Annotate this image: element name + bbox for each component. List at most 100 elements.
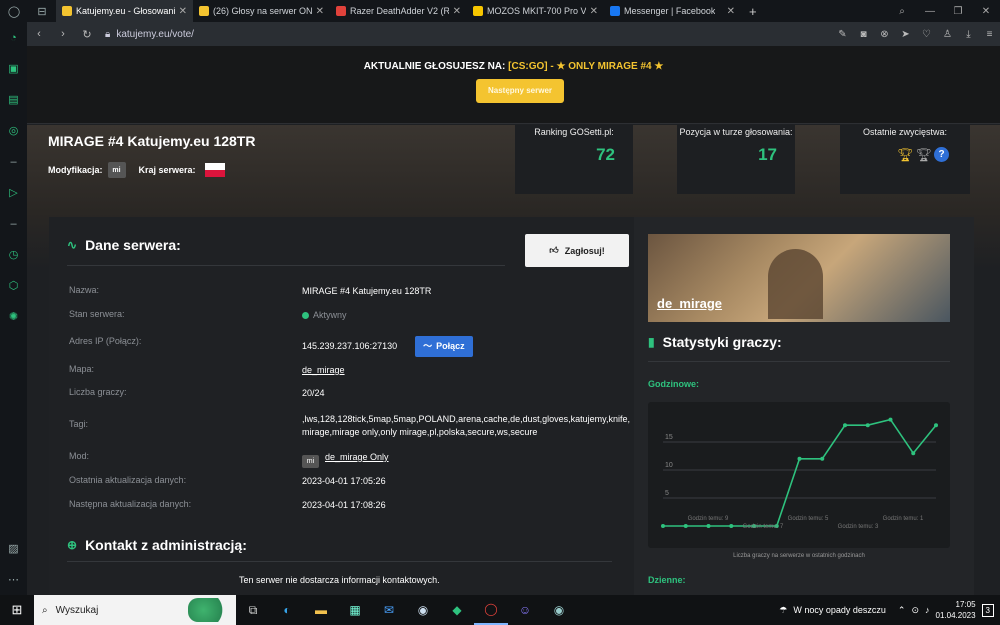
gold-trophy-icon: 🏆︎ <box>897 147 914 162</box>
file-explorer-icon[interactable]: ▬ <box>304 595 338 625</box>
data-point[interactable] <box>706 524 711 528</box>
next-server-button[interactable]: Następny serwer <box>476 79 564 103</box>
data-point[interactable] <box>820 456 825 461</box>
notifications-icon[interactable]: 3 <box>981 603 994 617</box>
restore-icon[interactable]: ❐ <box>944 6 972 17</box>
map-key: Mapa: <box>69 364 95 374</box>
task-view-icon[interactable]: ⧉ <box>236 595 270 625</box>
data-point[interactable] <box>911 451 916 456</box>
speed-dial-icon[interactable]: ◔ <box>0 22 27 53</box>
search-placeholder: Wyszukaj <box>55 604 99 616</box>
twitch-icon[interactable]: ▤ <box>0 84 27 115</box>
tags-key: Tagi: <box>69 419 89 429</box>
mod-link[interactable]: de_mirage Only <box>325 452 389 462</box>
mail-icon[interactable]: ✉ <box>372 595 406 625</box>
browser-tab[interactable]: Messenger | Facebook ✕ <box>604 0 741 22</box>
image-icon[interactable]: ▨ <box>0 533 27 564</box>
data-point[interactable] <box>683 524 688 528</box>
shopping-bag-icon[interactable]: ▣ <box>0 53 27 84</box>
map-card-name[interactable]: de_mirage <box>657 296 722 311</box>
mod-badge: mi <box>107 162 126 178</box>
workspaces-icon[interactable]: ⊟ <box>28 0 56 22</box>
data-point[interactable] <box>934 423 938 428</box>
extensions-cube-icon[interactable]: ⬡ <box>0 270 27 301</box>
taskbar-search[interactable]: ⌕ Wyszukaj <box>34 595 236 625</box>
browser-tab[interactable]: Katujemy.eu - Głosowanie ✕ <box>56 0 193 22</box>
data-point[interactable] <box>888 417 893 422</box>
contact-heading: ⊕ Kontakt z administracją: <box>67 537 247 553</box>
connect-button[interactable]: 〜 Połącz <box>415 336 473 357</box>
status-key: Stan serwera: <box>69 309 125 319</box>
tray-chevron-icon[interactable]: ⌃ <box>898 605 906 616</box>
edge-icon[interactable]: ◐ <box>270 595 304 625</box>
web-page: AKTUALNIE GŁOSUJESZ NA: [CS:GO] - ★ ONLY… <box>27 46 1000 595</box>
vote-button[interactable]: 👍︎ Zagłosuj! <box>525 234 629 267</box>
y-tick-label: 15 <box>665 434 673 441</box>
data-point[interactable] <box>843 423 847 428</box>
browser-sidebar: ◔ ▣ ▤ ◎ – ▷ – ◷ ⬡ ✺ ▨ ⋯ <box>0 22 27 595</box>
clock-date: 01.04.2023 <box>935 611 976 620</box>
browser-tab[interactable]: (26) Głosy na serwer ONLY ✕ <box>193 0 330 22</box>
discord-icon[interactable]: ☺ <box>508 595 542 625</box>
instagram-icon[interactable]: ◎ <box>0 115 27 146</box>
wins-label: Ostatnie zwycięstwa: <box>862 127 948 137</box>
opera-logo-icon[interactable]: ◯ <box>0 0 28 22</box>
search-tabs-icon[interactable]: ⌕ <box>888 6 916 17</box>
steam-icon-2[interactable]: ◉ <box>542 595 576 625</box>
tab-close-icon[interactable]: ✕ <box>727 6 735 17</box>
volume-icon[interactable]: ♪ <box>925 605 930 615</box>
tab-close-icon[interactable]: ✕ <box>316 6 324 17</box>
edit-icon[interactable]: ✎ <box>832 29 853 40</box>
send-icon[interactable]: ➤ <box>895 29 916 40</box>
data-point[interactable] <box>729 524 734 528</box>
heart-icon[interactable]: ♡ <box>916 29 937 40</box>
weather-text[interactable]: W nocy opady deszczu <box>793 605 886 615</box>
menu-icon[interactable]: ≡ <box>979 29 1000 40</box>
player-icon[interactable]: ▷ <box>0 177 27 208</box>
last-update-value: 2023-04-01 17:05:26 <box>302 476 386 486</box>
back-icon[interactable]: ‹ <box>27 28 51 40</box>
weather-icon[interactable]: ☂ <box>779 605 787 616</box>
players-value: 20/24 <box>302 388 325 398</box>
url-field[interactable]: katujemy.eu/vote/ <box>116 29 194 40</box>
reload-icon[interactable]: ↻ <box>75 28 99 41</box>
chart-caption: Liczba graczy na serwerze w ostatnich go… <box>733 553 865 559</box>
download-icon[interactable]: ⤓ <box>958 29 979 40</box>
data-point[interactable] <box>797 456 802 461</box>
opera-gx-icon[interactable]: ◯ <box>474 595 508 625</box>
minimize-icon[interactable]: — <box>916 6 944 17</box>
history-icon[interactable]: ◷ <box>0 239 27 270</box>
network-icon[interactable]: ⊙ <box>911 605 919 616</box>
forward-icon[interactable]: › <box>51 28 75 40</box>
steam-icon[interactable]: ◉ <box>406 595 440 625</box>
help-icon[interactable]: ? <box>934 147 950 162</box>
hourly-label: Godzinowe: <box>648 379 699 389</box>
mod-key: Mod: <box>69 451 90 461</box>
data-point[interactable] <box>865 423 870 428</box>
vote-banner: AKTUALNIE GŁOSUJESZ NA: [CS:GO] - ★ ONLY… <box>27 46 1000 124</box>
adblock-icon[interactable]: ⊗ <box>874 29 895 40</box>
search-highlight-image <box>188 598 232 622</box>
tab-close-icon[interactable]: ✕ <box>590 6 598 17</box>
server-title: MIRAGE #4 Katujemy.eu 128TR <box>48 133 256 149</box>
settings-gear-icon[interactable]: ✺ <box>0 301 27 332</box>
more-icon[interactable]: ⋯ <box>0 564 27 595</box>
browser-tab[interactable]: Razer DeathAdder V2 (RZ0 ✕ <box>330 0 467 22</box>
new-tab-button[interactable]: + <box>741 4 765 19</box>
divider-2: – <box>10 217 17 230</box>
map-link[interactable]: de_mirage <box>302 364 632 377</box>
map-image[interactable]: de_mirage <box>648 234 950 322</box>
close-window-icon[interactable]: ✕ <box>972 6 1000 17</box>
players-key: Liczba graczy: <box>69 387 127 397</box>
clock[interactable]: 17:05 01.04.2023 <box>936 599 976 621</box>
account-icon[interactable]: ♙ <box>937 29 958 40</box>
browser-tab-strip: ◯ ⊟ Katujemy.eu - Głosowanie ✕ (26) Głosy … <box>0 0 1000 22</box>
data-point[interactable] <box>661 524 665 528</box>
browser-tab[interactable]: MOZOS MKIT-700 Pro V2 ✕ <box>467 0 604 22</box>
camera-icon[interactable]: ◙ <box>853 29 874 40</box>
windows-start-icon[interactable]: ⊞ <box>0 595 34 625</box>
tab-close-icon[interactable]: ✕ <box>453 6 461 17</box>
store-icon[interactable]: ▦ <box>338 595 372 625</box>
tab-close-icon[interactable]: ✕ <box>179 6 187 17</box>
app-icon[interactable]: ◆ <box>440 595 474 625</box>
